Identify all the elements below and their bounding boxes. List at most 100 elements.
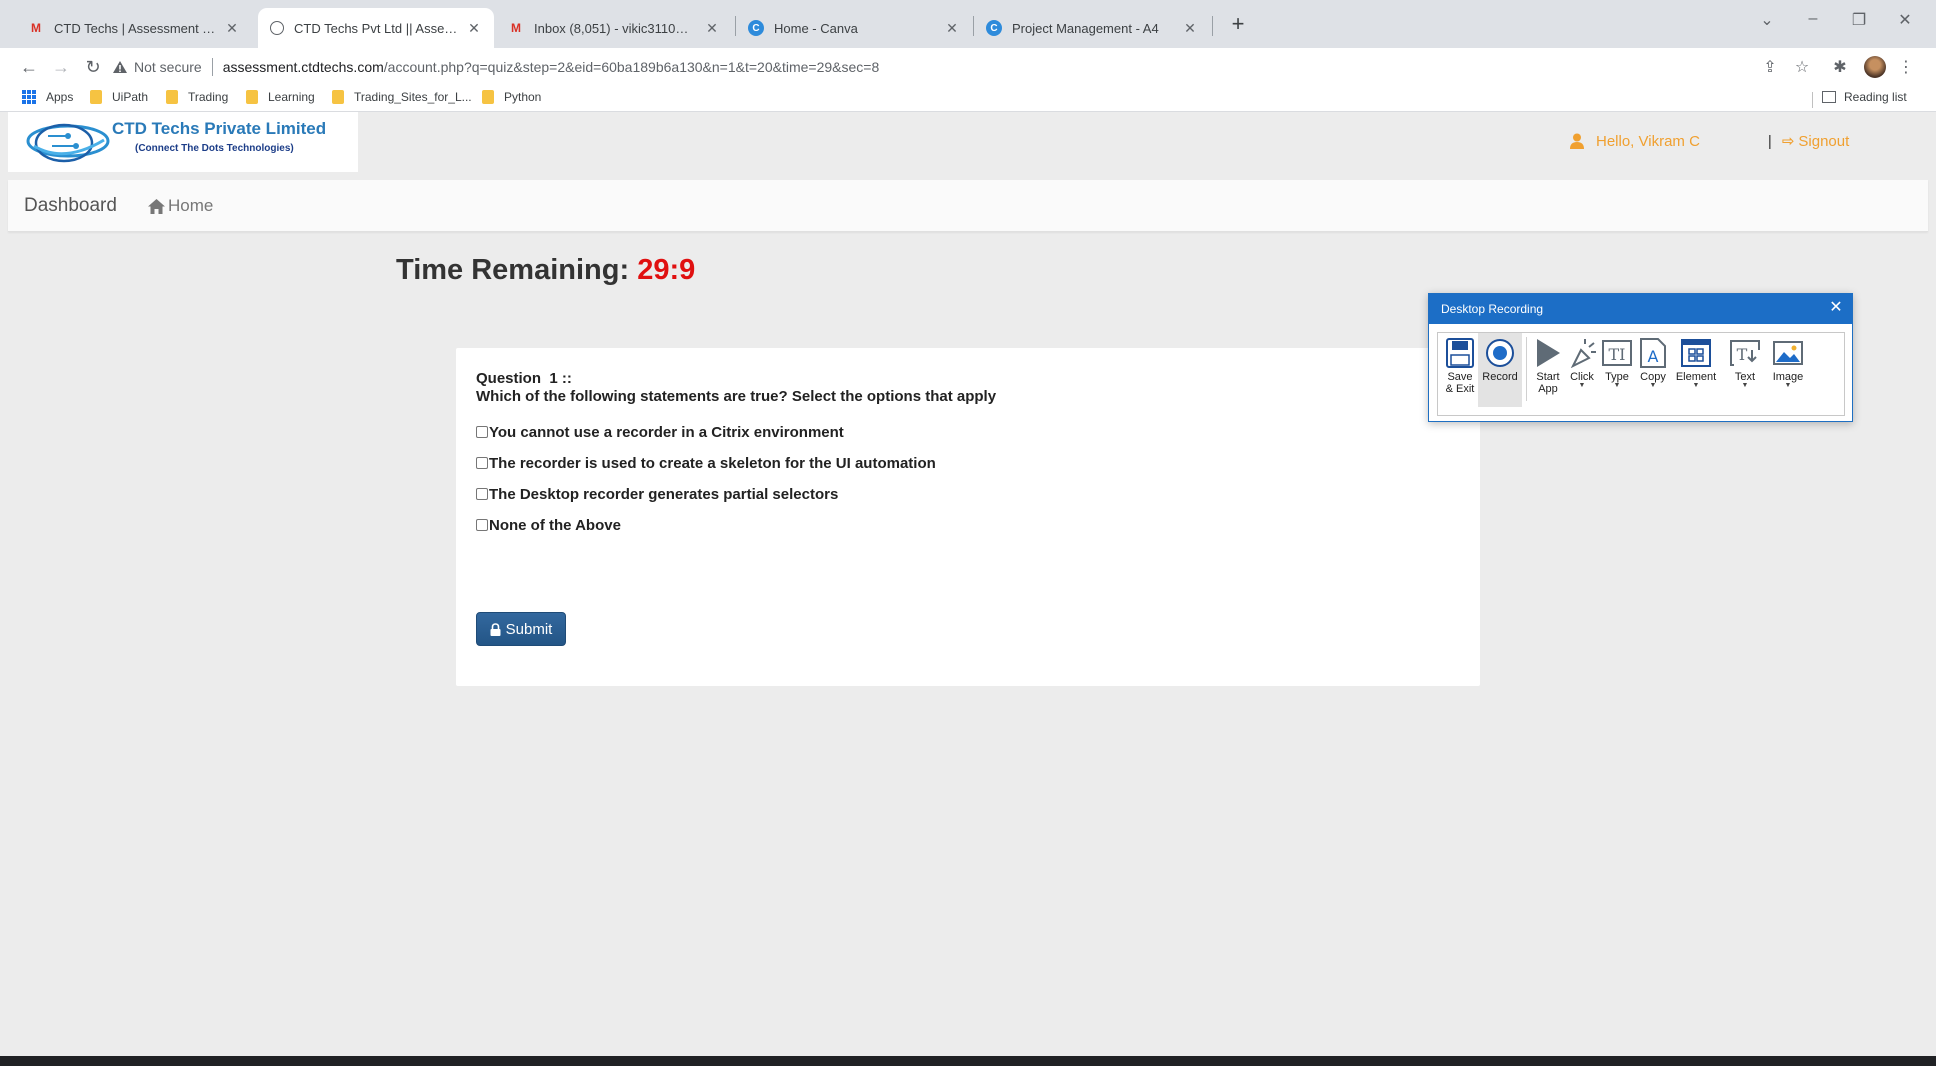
window-close-button[interactable]: ✕ — [1890, 10, 1920, 30]
share-icon[interactable]: ⇪ — [1760, 57, 1780, 77]
address-bar[interactable]: Not secure assessment.ctdtechs.com/accou… — [112, 51, 1752, 83]
svg-text:T: T — [1737, 345, 1748, 364]
question-number: Question 1 :: — [476, 370, 572, 387]
profile-avatar[interactable] — [1864, 56, 1886, 78]
option-checkbox[interactable] — [476, 425, 488, 438]
record-icon — [1485, 337, 1515, 369]
dashboard-brand[interactable]: Dashboard — [24, 195, 117, 217]
tab-close-icon[interactable]: ✕ — [704, 20, 720, 37]
forward-arrow-icon[interactable]: → — [48, 54, 74, 80]
answer-option[interactable]: The recorder is used to create a skeleto… — [476, 455, 936, 472]
star-icon[interactable]: ☆ — [1792, 57, 1812, 77]
new-tab-button[interactable]: + — [1224, 10, 1252, 38]
browser-tab[interactable]: C Home - Canva ✕ — [736, 8, 972, 48]
apps-grid-icon — [22, 90, 36, 104]
timer-value: 29:9 — [637, 254, 696, 286]
company-tagline: (Connect The Dots Technologies) — [135, 143, 294, 154]
recorder-title-bar[interactable]: Desktop Recording ✕ — [1429, 294, 1852, 324]
tab-divider — [1212, 16, 1213, 36]
dropdown-arrow-icon[interactable]: ▼ — [1785, 382, 1792, 389]
element-icon — [1681, 337, 1711, 369]
tab-close-icon[interactable]: ✕ — [944, 20, 960, 37]
folder-icon — [246, 90, 258, 104]
browser-tab[interactable]: M Inbox (8,051) - vikic3110@gmail. ✕ — [496, 8, 732, 48]
restore-button[interactable]: ❐ — [1844, 10, 1874, 30]
lock-icon — [490, 622, 501, 636]
gmail-icon: M — [31, 21, 41, 35]
dropdown-arrow-icon[interactable]: ▼ — [1693, 382, 1700, 389]
folder-icon — [482, 90, 494, 104]
bookmark-folder[interactable]: Python — [482, 90, 541, 104]
browser-tab[interactable]: C Project Management - A4 ✕ — [974, 8, 1210, 48]
folder-icon — [90, 90, 102, 104]
folder-icon — [332, 90, 344, 104]
dropdown-arrow-icon[interactable]: ▼ — [1650, 382, 1657, 389]
tab-close-icon[interactable]: ✕ — [466, 20, 482, 37]
signout-icon[interactable]: ⇨ — [1782, 132, 1795, 150]
reading-list-icon — [1822, 91, 1836, 103]
reading-list-button[interactable]: Reading list — [1822, 90, 1907, 104]
dropdown-arrow-icon[interactable]: ▼ — [1742, 382, 1749, 389]
nav-home-link[interactable]: Home — [148, 196, 213, 216]
text-button[interactable]: T Text ▼ — [1728, 333, 1762, 407]
folder-icon — [166, 90, 178, 104]
canva-icon: C — [748, 20, 764, 36]
dropdown-arrow-icon[interactable]: ▼ — [1579, 382, 1586, 389]
recorder-title: Desktop Recording — [1441, 302, 1544, 316]
record-button[interactable]: Record — [1478, 333, 1522, 407]
answer-option[interactable]: The Desktop recorder generates partial s… — [476, 486, 838, 503]
warning-icon — [113, 61, 127, 73]
minimize-button[interactable]: – — [1798, 10, 1828, 28]
option-checkbox[interactable] — [476, 518, 488, 531]
browser-toolbar: ← → ↻ Not secure assessment.ctdtechs.com… — [0, 48, 1936, 86]
answer-option[interactable]: None of the Above — [476, 517, 621, 534]
option-checkbox[interactable] — [476, 456, 488, 469]
dropdown-arrow-icon[interactable]: ▼ — [1614, 382, 1621, 389]
reload-icon[interactable]: ↻ — [80, 54, 106, 80]
close-icon[interactable]: ✕ — [1827, 299, 1845, 317]
type-icon: TI — [1602, 337, 1632, 369]
user-menu: Hello, Vikram C | ⇨ Signout — [1570, 132, 1849, 150]
tab-search-icon[interactable]: ⌄ — [1752, 10, 1782, 30]
security-label: Not secure — [134, 59, 202, 75]
copy-button[interactable]: A Copy ▼ — [1636, 333, 1670, 407]
back-arrow-icon[interactable]: ← — [16, 54, 42, 80]
submit-button[interactable]: Submit — [476, 612, 566, 646]
bookmark-folder[interactable]: Trading — [166, 90, 228, 104]
option-checkbox[interactable] — [476, 487, 488, 500]
element-button[interactable]: Element ▼ — [1672, 333, 1720, 407]
navbar: Dashboard Home — [8, 180, 1928, 232]
start-app-button[interactable]: Start App — [1530, 333, 1566, 407]
bookmark-folder[interactable]: UiPath — [90, 90, 148, 104]
signout-link[interactable]: Signout — [1798, 133, 1849, 150]
bookmark-divider — [1812, 92, 1813, 108]
image-button[interactable]: Image ▼ — [1768, 333, 1808, 407]
url-path: /account.php?q=quiz&step=2&eid=60ba189b6… — [383, 59, 880, 75]
bookmark-folder[interactable]: Trading_Sites_for_L... — [332, 90, 472, 104]
tab-close-icon[interactable]: ✕ — [1182, 20, 1198, 37]
url-divider — [211, 58, 213, 76]
bookmark-apps[interactable]: Apps — [22, 90, 73, 104]
menu-dots-icon[interactable]: ⋮ — [1896, 57, 1916, 77]
question-card: Question 1 :: Which of the following sta… — [456, 348, 1480, 686]
browser-tab-strip: M CTD Techs | Assessment Test | RP ✕ CTD… — [0, 0, 1936, 48]
url-host: assessment.ctdtechs.com — [222, 59, 384, 75]
desktop-recording-toolbar: Desktop Recording ✕ Save & Exit Record S… — [1428, 293, 1853, 422]
tab-close-icon[interactable]: ✕ — [224, 20, 240, 37]
browser-tab-active[interactable]: CTD Techs Pvt Ltd || Assessment ✕ — [258, 8, 494, 48]
question-text: Which of the following statements are tr… — [476, 388, 997, 405]
logo-orbit-icon — [26, 123, 110, 163]
company-name: CTD Techs Private Limited — [112, 119, 327, 138]
logo[interactable]: CTD Techs Private Limited (Connect The D… — [8, 112, 358, 172]
bookmarks-bar: Apps UiPath Trading Learning Trading_Sit… — [0, 86, 1936, 112]
site-header: CTD Techs Private Limited (Connect The D… — [8, 112, 1928, 180]
bookmark-folder[interactable]: Learning — [246, 90, 315, 104]
timer-label: Time Remaining: — [396, 254, 638, 286]
copy-icon: A — [1638, 337, 1668, 369]
save-exit-button[interactable]: Save & Exit — [1444, 333, 1476, 407]
answer-option[interactable]: You cannot use a recorder in a Citrix en… — [476, 424, 844, 441]
extensions-icon[interactable]: ✱ — [1830, 57, 1850, 77]
click-button[interactable]: Click ▼ — [1566, 333, 1598, 407]
browser-tab[interactable]: M CTD Techs | Assessment Test | RP ✕ — [16, 8, 252, 48]
type-button[interactable]: TI Type ▼ — [1600, 333, 1634, 407]
